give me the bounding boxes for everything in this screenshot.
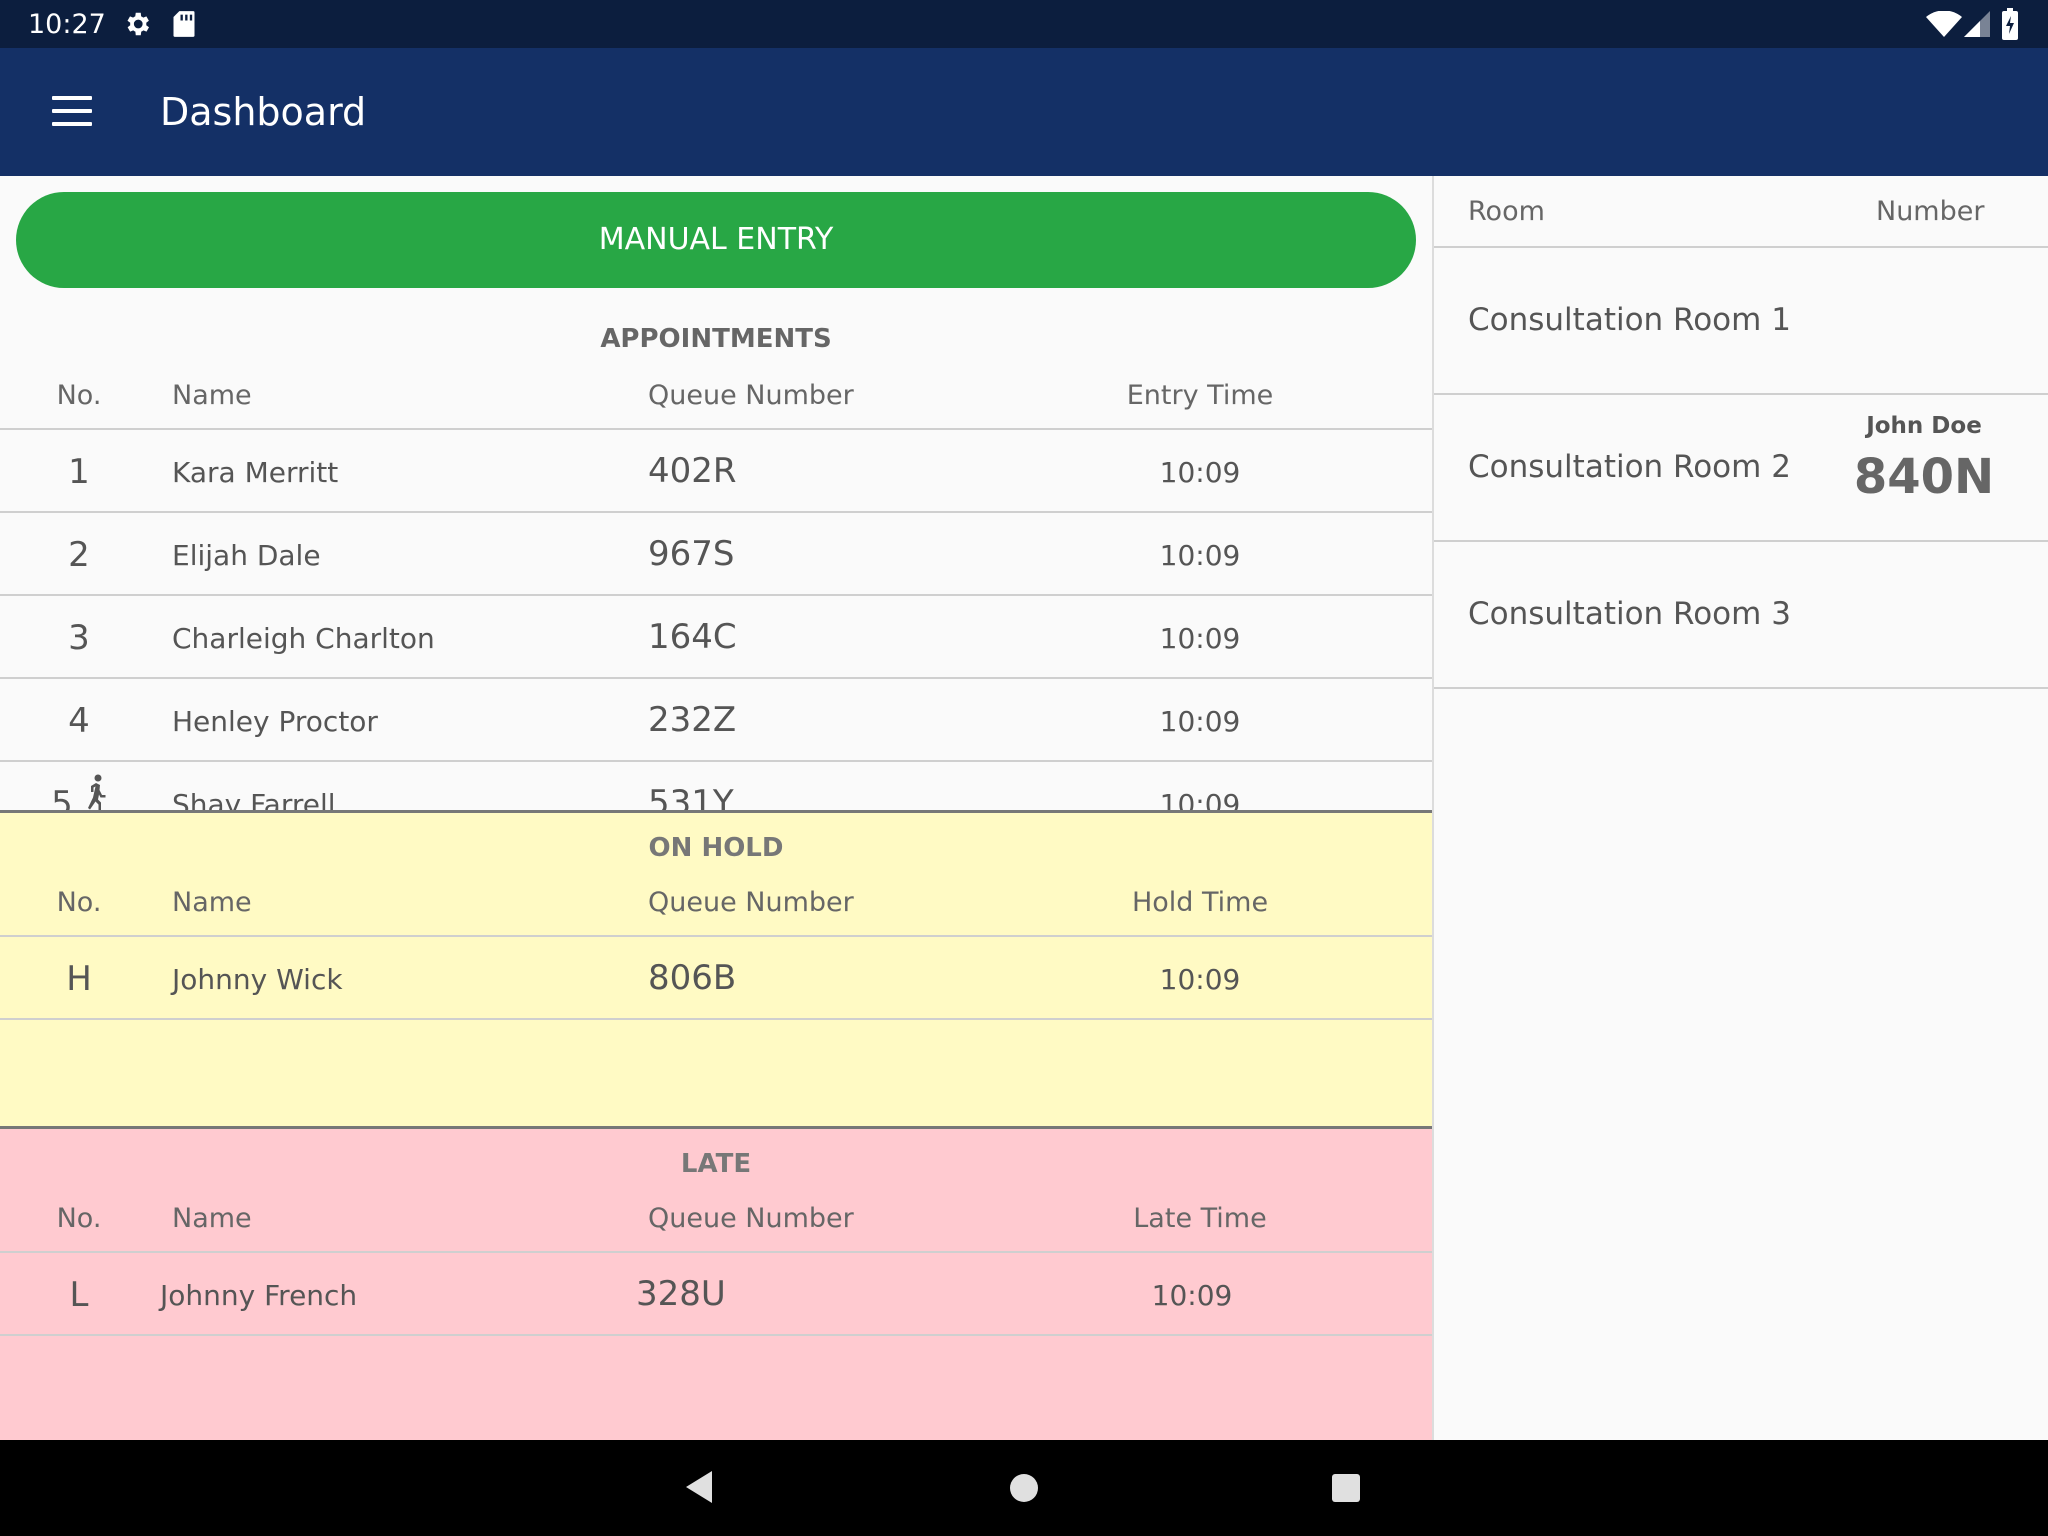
- row-no: 3: [68, 618, 90, 658]
- sd-card-icon: [173, 11, 195, 37]
- gear-icon: [127, 12, 149, 36]
- header-name: Name: [172, 1203, 252, 1234]
- header-number: Number: [1876, 196, 1985, 227]
- on-hold-title: ON HOLD: [648, 833, 784, 863]
- row-no: 2: [68, 535, 90, 575]
- table-row[interactable]: 3 Charleigh Charlton 164C 10:09: [0, 596, 1432, 679]
- row-queue-number: 402R: [648, 451, 737, 491]
- room-name: Consultation Room 1: [1468, 302, 1791, 338]
- header-late-time: Late Time: [1133, 1203, 1267, 1234]
- room-row[interactable]: Consultation Room 1: [1434, 248, 2048, 395]
- row-no: 4: [68, 701, 90, 741]
- signal-icon: [1964, 11, 1990, 37]
- row-no: 1: [68, 452, 90, 492]
- wifi-icon: [1926, 11, 1962, 37]
- late-title: LATE: [680, 1149, 752, 1179]
- row-queue-number: 967S: [648, 534, 735, 574]
- late-header: No. Name Queue Number Late Time: [0, 1193, 1432, 1253]
- walking-person-icon: [88, 774, 106, 810]
- row-late-time: 10:09: [1151, 1279, 1233, 1312]
- row-entry-time: 10:09: [1159, 456, 1241, 489]
- row-name: Henley Proctor: [172, 705, 378, 738]
- header-hold-time: Hold Time: [1131, 887, 1269, 918]
- page-title: Dashboard: [160, 90, 367, 134]
- row-entry-time: 10:09: [1159, 705, 1241, 738]
- recents-square-icon[interactable]: [1332, 1474, 1360, 1502]
- row-no: L: [69, 1275, 89, 1315]
- room-name: Consultation Room 3: [1468, 596, 1791, 632]
- patient-name: John Doe: [1866, 413, 1982, 439]
- table-row[interactable]: 4 Henley Proctor 232Z 10:09: [0, 679, 1432, 762]
- room-row[interactable]: Consultation Room 3: [1434, 542, 2048, 689]
- table-row[interactable]: 2 Elijah Dale 967S 10:09: [0, 513, 1432, 596]
- on-hold-section: ON HOLD No. Name Queue Number Hold Time …: [0, 810, 1432, 1129]
- table-row[interactable]: H Johnny Wick 806B 10:09: [0, 937, 1432, 1020]
- header-no: No.: [56, 380, 102, 411]
- back-triangle-icon[interactable]: [684, 1469, 714, 1505]
- header-queue-number: Queue Number: [648, 1203, 854, 1234]
- row-no: 5: [51, 784, 73, 810]
- row-queue-number: 164C: [648, 617, 737, 657]
- header-name: Name: [172, 887, 252, 918]
- header-queue-number: Queue Number: [648, 380, 854, 411]
- row-no: H: [66, 959, 92, 999]
- row-name: Shay Farrell: [172, 788, 336, 810]
- app-bar: Dashboard: [0, 48, 2048, 176]
- rooms-panel: Room Number Consultation Room 1 Consulta…: [1432, 176, 2048, 1440]
- appointments-header: No. Name Queue Number Entry Time: [0, 370, 1432, 430]
- row-queue-number: 328U: [636, 1274, 726, 1314]
- row-name: Johnny French: [160, 1279, 358, 1312]
- manual-entry-button[interactable]: MANUAL ENTRY: [16, 192, 1416, 288]
- patient-queue-number: 840N: [1853, 449, 1995, 505]
- row-queue-number: 232Z: [648, 700, 737, 740]
- on-hold-header: No. Name Queue Number Hold Time: [0, 877, 1432, 937]
- header-queue-number: Queue Number: [648, 887, 854, 918]
- appointments-section: MANUAL ENTRY APPOINTMENTS No. Name Queue…: [0, 176, 1432, 810]
- room-name: Consultation Room 2: [1468, 449, 1791, 485]
- header-room: Room: [1468, 196, 1545, 227]
- home-circle-icon[interactable]: [1010, 1474, 1038, 1502]
- row-entry-time: 10:09: [1159, 622, 1241, 655]
- row-hold-time: 10:09: [1159, 963, 1241, 996]
- table-row[interactable]: L Johnny French 328U 10:09: [0, 1253, 1432, 1336]
- row-entry-time: 10:09: [1159, 539, 1241, 572]
- header-no: No.: [56, 1203, 102, 1234]
- row-name: Kara Merritt: [172, 456, 339, 489]
- table-row[interactable]: 1 Kara Merritt 402R 10:09: [0, 430, 1432, 513]
- row-name: Elijah Dale: [172, 539, 321, 572]
- queue-panel: MANUAL ENTRY APPOINTMENTS No. Name Queue…: [0, 176, 1432, 1443]
- row-entry-time: 10:09: [1159, 788, 1241, 810]
- header-name: Name: [172, 380, 252, 411]
- table-row[interactable]: 5 Shay Farrell 531Y 10:09: [0, 762, 1432, 810]
- late-section: LATE No. Name Queue Number Late Time L J…: [0, 1126, 1432, 1443]
- row-queue-number: 531Y: [648, 783, 734, 810]
- header-entry-time: Entry Time: [1126, 380, 1274, 411]
- row-queue-number: 806B: [648, 958, 737, 998]
- room-row[interactable]: Consultation Room 2 John Doe 840N: [1434, 395, 2048, 542]
- battery-icon: [2002, 8, 2018, 40]
- navigation-bar: [0, 1440, 2048, 1536]
- header-no: No.: [56, 887, 102, 918]
- appointments-title: APPOINTMENTS: [600, 324, 832, 354]
- status-bar: 10:27: [0, 0, 2048, 48]
- rooms-header: Room Number: [1434, 176, 2048, 248]
- row-name: Johnny Wick: [172, 963, 343, 996]
- row-name: Charleigh Charlton: [172, 622, 435, 655]
- hamburger-icon[interactable]: [52, 96, 92, 128]
- status-time: 10:27: [28, 9, 106, 40]
